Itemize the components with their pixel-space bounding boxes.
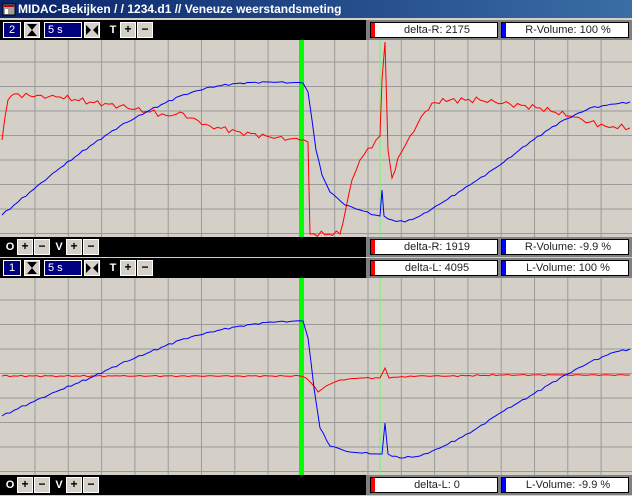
t-label: T xyxy=(109,24,117,36)
compress-icon[interactable] xyxy=(84,260,100,276)
compress-icon[interactable] xyxy=(84,22,100,38)
plus-icon[interactable]: + xyxy=(66,239,82,255)
minus-icon[interactable]: − xyxy=(34,239,50,255)
minus-icon[interactable]: − xyxy=(83,477,99,493)
plus-icon[interactable]: + xyxy=(120,260,136,276)
v-label: V xyxy=(55,241,63,253)
v-label: V xyxy=(55,479,63,491)
hourglass-icon[interactable] xyxy=(24,22,40,38)
time-scale-field[interactable]: 5 s xyxy=(44,22,82,38)
minus-icon[interactable]: − xyxy=(34,477,50,493)
channel-number[interactable]: 1 xyxy=(3,260,21,276)
channel-number[interactable]: 2 xyxy=(3,22,21,38)
volume-readout: R-Volume: -9.9 % xyxy=(501,239,629,255)
plot-background xyxy=(0,40,632,237)
bottom-panel-footer: O + − V + − delta-L: 0 L-Volume: -9.9 % xyxy=(0,475,632,495)
plus-icon[interactable]: + xyxy=(120,22,136,38)
time-scale-field[interactable]: 5 s xyxy=(44,260,82,276)
plus-icon[interactable]: + xyxy=(66,477,82,493)
bottom-plot-area[interactable] xyxy=(0,278,632,475)
volume-readout: R-Volume: 100 % xyxy=(501,22,629,38)
volume-readout: L-Volume: 100 % xyxy=(501,260,629,276)
offset-label: O xyxy=(5,241,15,253)
time-marker-primary xyxy=(299,40,304,237)
top-panel-footer: O + − V + − delta-R: 1919 R-Volume: -9.9… xyxy=(0,237,632,257)
top-plot-area[interactable] xyxy=(0,40,632,237)
offset-label: O xyxy=(5,479,15,491)
plus-icon[interactable]: + xyxy=(17,477,33,493)
plus-icon[interactable]: + xyxy=(17,239,33,255)
delta-readout: delta-L: 4095 xyxy=(370,260,498,276)
minus-icon[interactable]: − xyxy=(137,22,153,38)
title-bar: MIDAC-Bekijken / / 1234.d1 // Veneuze we… xyxy=(0,0,632,18)
volume-readout: L-Volume: -9.9 % xyxy=(501,477,629,493)
hourglass-icon[interactable] xyxy=(24,260,40,276)
delta-readout: delta-R: 2175 xyxy=(370,22,498,38)
bottom-panel-header: 1 5 s T + − delta-L: 4095 L-Volume: 100 … xyxy=(0,258,632,278)
top-panel-header: 2 5 s T + − delta-R: 2175 R-Volume: 100 … xyxy=(0,20,632,40)
app-window-icon xyxy=(2,3,16,16)
minus-icon[interactable]: − xyxy=(137,260,153,276)
delta-readout: delta-L: 0 xyxy=(370,477,498,493)
delta-readout: delta-R: 1919 xyxy=(370,239,498,255)
window-title: MIDAC-Bekijken / / 1234.d1 // Veneuze we… xyxy=(18,2,342,16)
t-label: T xyxy=(109,262,117,274)
minus-icon[interactable]: − xyxy=(83,239,99,255)
plot-background xyxy=(0,278,632,475)
